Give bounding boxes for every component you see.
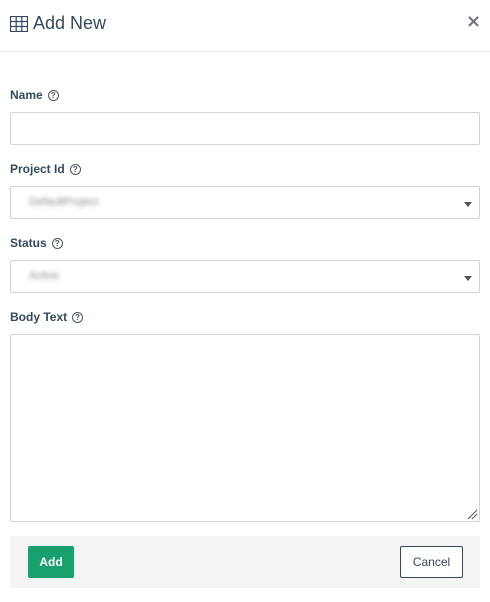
- modal-title-text: Add New: [33, 13, 107, 33]
- table-icon: [10, 15, 28, 32]
- modal-title: Add New: [10, 13, 106, 34]
- name-label: Name ?: [10, 88, 59, 102]
- status-label: Status ?: [10, 236, 63, 250]
- close-icon[interactable]: ×: [466, 12, 481, 32]
- caret-down-icon: [464, 202, 472, 207]
- name-input[interactable]: [10, 112, 480, 145]
- project-id-label-text: Project Id: [10, 162, 65, 176]
- project-id-select[interactable]: DefaultProject: [10, 186, 480, 219]
- body-text-label: Body Text ?: [10, 310, 84, 324]
- help-icon[interactable]: ?: [69, 163, 81, 175]
- body-text-textarea[interactable]: [10, 334, 480, 522]
- body-text-label-text: Body Text: [10, 310, 68, 324]
- help-icon[interactable]: ?: [51, 237, 63, 249]
- help-icon[interactable]: ?: [47, 89, 59, 101]
- modal-footer: Add Cancel: [10, 536, 480, 588]
- resize-handle-icon[interactable]: [466, 508, 478, 520]
- project-id-label: Project Id ?: [10, 162, 81, 176]
- status-label-text: Status: [10, 236, 47, 250]
- status-value: Active: [29, 270, 59, 282]
- caret-down-icon: [464, 276, 472, 281]
- help-icon[interactable]: ?: [72, 311, 84, 323]
- cancel-button[interactable]: Cancel: [400, 546, 463, 578]
- name-label-text: Name: [10, 88, 43, 102]
- modal-header: Add New ×: [0, 0, 490, 52]
- project-id-value: DefaultProject: [29, 196, 99, 208]
- add-button[interactable]: Add: [28, 546, 74, 578]
- status-select[interactable]: Active: [10, 260, 480, 293]
